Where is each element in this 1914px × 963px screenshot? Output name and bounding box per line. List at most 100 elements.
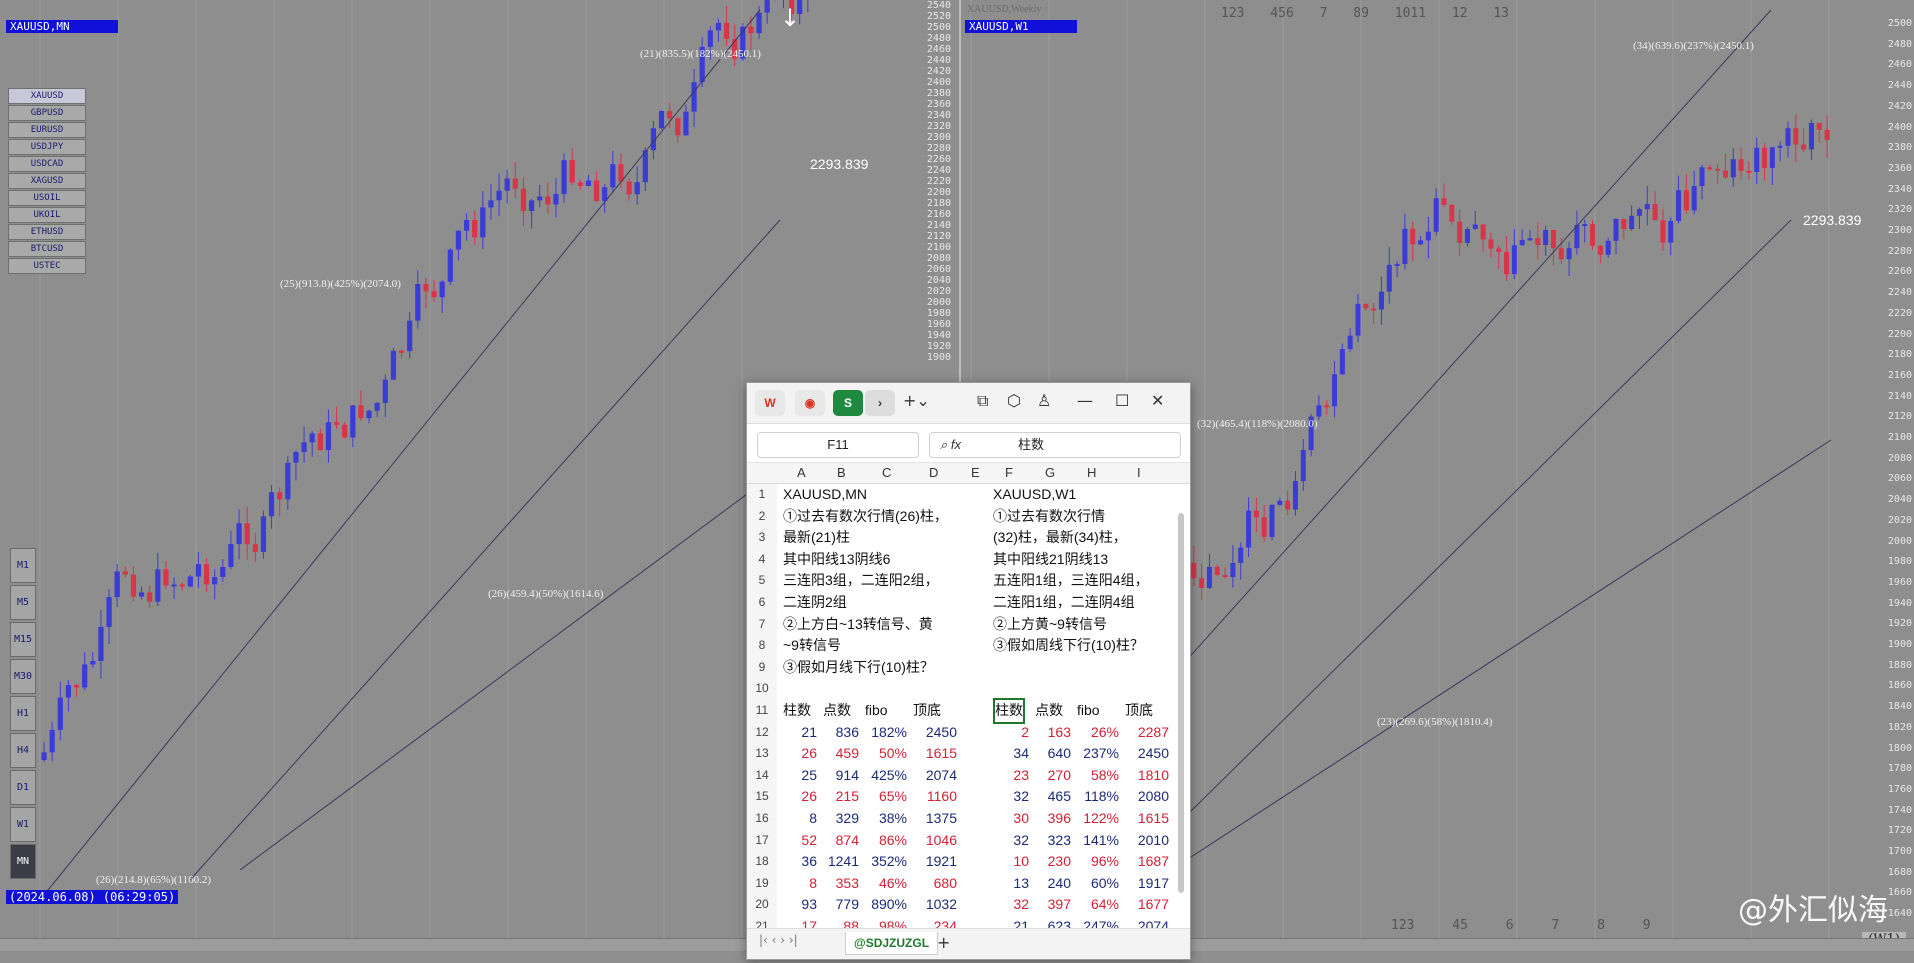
text-cell[interactable]: ②上方白~13转信号、黄: [783, 614, 933, 636]
header-cell[interactable]: fibo: [865, 700, 888, 722]
column-header[interactable]: G: [1045, 465, 1055, 480]
column-header[interactable]: B: [837, 465, 846, 480]
timeframe-button[interactable]: M5: [10, 585, 36, 620]
text-cell[interactable]: ②上方黄~9转信号: [993, 614, 1107, 636]
maximize-icon[interactable]: ☐: [1115, 391, 1129, 410]
data-cell[interactable]: 1810: [747, 765, 1169, 787]
row-number[interactable]: 7: [747, 613, 777, 636]
text-cell[interactable]: ~9转信号: [783, 635, 841, 657]
column-header[interactable]: I: [1137, 465, 1141, 480]
cube-icon[interactable]: ⬡: [1007, 391, 1021, 410]
row-number[interactable]: 11: [747, 699, 777, 722]
row-number[interactable]: 8: [747, 635, 777, 657]
row-number[interactable]: 6: [747, 591, 777, 614]
text-cell[interactable]: ③假如周线下行(10)柱？: [993, 635, 1144, 657]
symbol-item[interactable]: USDJPY: [8, 139, 86, 155]
row-number[interactable]: 10: [747, 678, 777, 700]
text-cell[interactable]: ①过去有数次行情(26)柱，: [783, 506, 948, 528]
text-cell[interactable]: XAUUSD,W1: [993, 484, 1076, 506]
timeframe-button[interactable]: D1: [10, 770, 36, 805]
timeframe-button[interactable]: M30: [10, 659, 36, 694]
text-cell[interactable]: 二连阳1组，二连阴4组: [993, 592, 1135, 614]
column-header[interactable]: H: [1087, 465, 1096, 480]
chevron-right-icon[interactable]: ›: [865, 390, 895, 416]
add-sheet-icon[interactable]: +: [937, 933, 950, 952]
text-cell[interactable]: (32)柱，最新(34)柱，: [993, 527, 1127, 549]
text-cell[interactable]: 其中阳线21阴线13: [993, 549, 1108, 571]
pdf-icon[interactable]: ◉: [795, 390, 825, 416]
row-number[interactable]: 1: [747, 484, 777, 506]
symbol-item[interactable]: USTEC: [8, 258, 86, 274]
data-cell[interactable]: 2450: [747, 743, 1169, 765]
cell-reference-box[interactable]: F11: [757, 432, 919, 458]
symbol-item[interactable]: ETHUSD: [8, 224, 86, 240]
timeframe-button[interactable]: M15: [10, 622, 36, 657]
annotation: (25)(913.8)(425%)(2074.0): [280, 278, 401, 290]
row-number[interactable]: 4: [747, 548, 777, 571]
header-cell[interactable]: 点数: [823, 700, 851, 722]
text-cell[interactable]: 二连阴2组: [783, 592, 847, 614]
data-cell[interactable]: 1687: [747, 851, 1169, 873]
axis-tick-label: 2280: [926, 143, 951, 154]
row-number[interactable]: 2: [747, 505, 777, 528]
symbol-item[interactable]: BTCUSD: [8, 241, 86, 257]
candle-body: [1300, 450, 1306, 482]
user-icon[interactable]: ♙: [1037, 391, 1051, 410]
symbol-item[interactable]: UKOIL: [8, 207, 86, 223]
text-cell[interactable]: ③假如月线下行(10)柱？: [783, 657, 934, 679]
row-number[interactable]: 3: [747, 527, 777, 549]
column-header[interactable]: D: [929, 465, 938, 480]
candle-body: [1214, 566, 1220, 576]
header-cell[interactable]: 顶底: [1125, 700, 1153, 722]
formula-input[interactable]: ⌕ fx 柱数: [929, 432, 1181, 458]
close-icon[interactable]: ✕: [1151, 391, 1164, 410]
axis-tick-label: 2300: [1887, 225, 1912, 236]
symbol-item[interactable]: USOIL: [8, 190, 86, 206]
vertical-scrollbar[interactable]: [1178, 513, 1184, 893]
sheet-nav-icon[interactable]: |‹ ‹ › ›|: [759, 933, 798, 947]
spreadsheet-window[interactable]: W ◉ S › +⌄ ⧉ ⬡ ♙ — ☐ ✕ F11 ⌕ fx 柱数 ABCDE…: [746, 382, 1191, 960]
text-cell[interactable]: 三连阳3组，二连阳2组，: [783, 570, 939, 592]
timeframe-button[interactable]: H4: [10, 733, 36, 768]
sheet-grid[interactable]: 1 XAUUSD,MN XAUUSD,W1 2 ①过去有数次行情(26)柱， ①过去有数次…: [747, 484, 1190, 938]
header-cell[interactable]: 顶底: [913, 700, 941, 722]
column-header[interactable]: E: [971, 465, 980, 480]
row-number[interactable]: 9: [747, 656, 777, 679]
text-cell[interactable]: 其中阳线13阴线6: [783, 549, 890, 571]
column-header[interactable]: F: [1005, 465, 1013, 480]
column-header[interactable]: C: [882, 465, 891, 480]
text-cell[interactable]: ①过去有数次行情: [993, 506, 1105, 528]
timeframe-button[interactable]: H1: [10, 696, 36, 731]
header-cell[interactable]: 柱数: [783, 700, 811, 722]
header-cell[interactable]: 点数: [1035, 700, 1063, 722]
timeframe-button[interactable]: M1: [10, 548, 36, 583]
symbol-item[interactable]: GBPUSD: [8, 105, 86, 121]
wps-logo-icon[interactable]: W: [755, 390, 785, 416]
header-cell[interactable]: 柱数: [993, 697, 1025, 724]
text-cell[interactable]: 最新(21)柱: [783, 527, 850, 549]
data-cell[interactable]: 2287: [747, 722, 1169, 744]
candle-body: [431, 291, 437, 298]
sheet-app-icon[interactable]: S: [833, 390, 863, 416]
timeframe-button[interactable]: MN: [10, 844, 36, 879]
minimize-icon[interactable]: —: [1077, 391, 1093, 410]
new-tab-icon[interactable]: +⌄: [903, 391, 930, 410]
text-cell[interactable]: 五连阳1组，三连阳4组，: [993, 570, 1149, 592]
data-cell[interactable]: 1615: [747, 808, 1169, 830]
timeframe-button[interactable]: W1: [10, 807, 36, 842]
header-cell[interactable]: fibo: [1077, 700, 1100, 722]
text-cell[interactable]: XAUUSD,MN: [783, 484, 867, 506]
symbol-item[interactable]: XAGUSD: [8, 173, 86, 189]
row-number[interactable]: 5: [747, 570, 777, 592]
symbol-item[interactable]: XAUUSD: [8, 88, 86, 104]
data-cell[interactable]: 1677: [747, 894, 1169, 916]
data-cell[interactable]: 1917: [747, 873, 1169, 895]
column-header[interactable]: A: [797, 465, 806, 480]
window-tile-icon[interactable]: ⧉: [977, 391, 988, 411]
sheet-tab[interactable]: @SDJZUZGL: [845, 932, 939, 955]
symbol-item[interactable]: EURUSD: [8, 122, 86, 138]
data-cell[interactable]: 2010: [747, 830, 1169, 852]
symbol-item[interactable]: USDCAD: [8, 156, 86, 172]
candle-body: [1324, 405, 1330, 408]
data-cell[interactable]: 2080: [747, 786, 1169, 808]
